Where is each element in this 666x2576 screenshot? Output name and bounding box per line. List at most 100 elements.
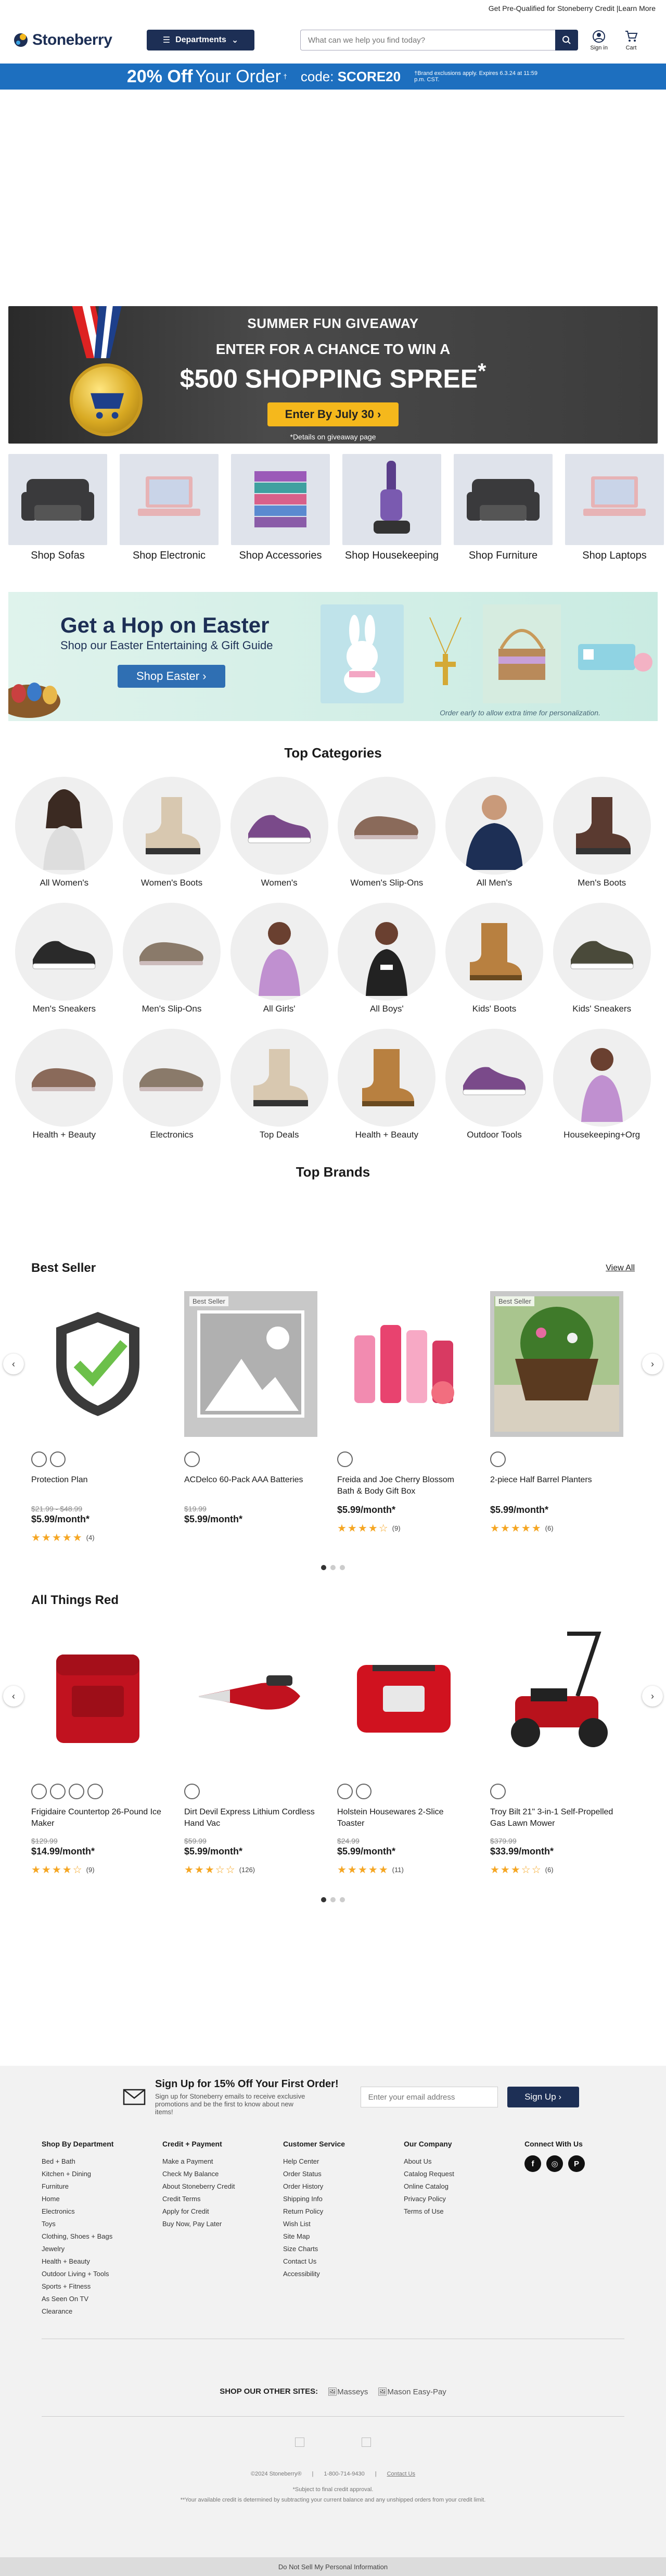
footer-link[interactable]: Buy Now, Pay Later [162, 2218, 283, 2230]
color-swatch[interactable] [50, 1784, 66, 1799]
footer-link[interactable]: Site Map [283, 2230, 404, 2243]
footer-link[interactable]: Apply for Credit [162, 2205, 283, 2218]
easter-banner[interactable]: Get a Hop on Easter Shop our Easter Ente… [8, 592, 658, 721]
category-item[interactable]: Women's Boots [118, 777, 226, 888]
carousel-dot[interactable] [340, 1897, 345, 1902]
giveaway-banner[interactable]: SUMMER FUN GIVEAWAY ENTER FOR A CHANCE T… [8, 306, 658, 444]
category-item[interactable]: Kids' Sneakers [548, 903, 656, 1014]
category-item[interactable]: Women's Slip-Ons [333, 777, 441, 888]
email-input[interactable] [360, 2087, 498, 2107]
rating-count[interactable]: (9) [86, 1866, 95, 1874]
product-name[interactable]: ACDelco 60-Pack AAA Batteries [184, 1474, 317, 1497]
category-item[interactable]: Men's Slip-Ons [118, 903, 226, 1014]
search-button[interactable] [555, 30, 578, 50]
do-not-sell-link[interactable]: Do Not Sell My Personal Information [0, 2557, 666, 2576]
category-item[interactable]: All Girls' [225, 903, 333, 1014]
carousel-next-button[interactable]: › [642, 1354, 663, 1374]
product-card[interactable]: Freida and Joe Cherry Blossom Bath & Bod… [337, 1291, 470, 1544]
footer-link[interactable]: Outdoor Living + Tools [42, 2268, 162, 2280]
footer-link[interactable]: Contact Us [283, 2255, 404, 2268]
color-swatch[interactable] [184, 1784, 200, 1799]
category-item[interactable]: Housekeeping+Org [548, 1029, 656, 1140]
color-swatch[interactable] [184, 1451, 200, 1467]
category-item[interactable]: Women's [225, 777, 333, 888]
carousel-next-button[interactable]: › [642, 1686, 663, 1707]
footer-link[interactable]: Electronics [42, 2205, 162, 2218]
rating-count[interactable]: (6) [545, 1524, 554, 1532]
category-item[interactable]: Kids' Boots [441, 903, 548, 1014]
pinterest-icon[interactable]: P [568, 2155, 585, 2172]
product-card[interactable]: Holstein Housewares 2-Slice Toaster $24.9… [337, 1623, 470, 1876]
product-name[interactable]: Dirt Devil Express Lithium Cordless Hand… [184, 1807, 317, 1829]
mason-easy-pay-link[interactable]: 🖼Mason Easy-Pay [377, 2387, 446, 2396]
category-item[interactable]: Health + Beauty [333, 1029, 441, 1140]
product-name[interactable]: Troy Bilt 21" 3-in-1 Self-Propelled Gas … [490, 1807, 623, 1829]
color-swatch[interactable] [490, 1451, 506, 1467]
carousel-prev-button[interactable]: ‹ [3, 1686, 24, 1707]
category-item[interactable]: Outdoor Tools [441, 1029, 548, 1140]
rating-count[interactable]: (126) [239, 1866, 255, 1874]
learn-more-link[interactable]: Learn More [618, 4, 656, 12]
footer-link[interactable]: Catalog Request [404, 2168, 524, 2180]
footer-link[interactable]: Home [42, 2193, 162, 2205]
color-swatch[interactable] [337, 1451, 353, 1467]
footer-link[interactable]: Health + Beauty [42, 2255, 162, 2268]
shop-tile[interactable]: Shop Furniture [454, 454, 553, 562]
giveaway-button[interactable]: Enter By July 30 › [267, 402, 399, 426]
footer-link[interactable]: Terms of Use [404, 2205, 524, 2218]
color-swatch[interactable] [50, 1451, 66, 1467]
shop-tile[interactable]: Shop Accessories [231, 454, 330, 562]
footer-link[interactable]: Size Charts [283, 2243, 404, 2255]
footer-link[interactable]: About Stoneberry Credit [162, 2180, 283, 2193]
cart-button[interactable]: Cart [624, 30, 638, 51]
footer-link[interactable]: Order Status [283, 2168, 404, 2180]
instagram-icon[interactable]: ◎ [546, 2155, 563, 2172]
product-card[interactable]: Frigidaire Countertop 26-Pound Ice Maker… [31, 1623, 164, 1876]
product-name[interactable]: 2-piece Half Barrel Planters [490, 1474, 623, 1497]
category-item[interactable]: All Men's [441, 777, 548, 888]
contact-link[interactable]: Contact Us [387, 2471, 415, 2477]
color-swatch[interactable] [31, 1451, 47, 1467]
footer-link[interactable]: Bed + Bath [42, 2155, 162, 2168]
carousel-dot[interactable] [330, 1897, 336, 1902]
promo-banner[interactable]: 20% Off Your Order † code: SCORE20 †Bran… [0, 64, 666, 90]
footer-link[interactable]: Toys [42, 2218, 162, 2230]
product-card[interactable]: Dirt Devil Express Lithium Cordless Hand… [184, 1623, 317, 1876]
shop-easter-button[interactable]: Shop Easter › [118, 665, 225, 688]
shop-tile[interactable]: Shop Laptops [565, 454, 664, 562]
footer-link[interactable]: Make a Payment [162, 2155, 283, 2168]
color-swatch[interactable] [337, 1784, 353, 1799]
shop-tile[interactable]: Shop Sofas [8, 454, 107, 562]
search-input[interactable] [300, 30, 555, 50]
rating-count[interactable]: (4) [86, 1534, 95, 1542]
facebook-icon[interactable]: f [524, 2155, 541, 2172]
product-card[interactable]: Best Seller 2-piece Half Barrel Planters $… [490, 1291, 623, 1544]
footer-link[interactable]: Order History [283, 2180, 404, 2193]
signup-button[interactable]: Sign Up › [507, 2087, 579, 2107]
footer-link[interactable]: Clearance [42, 2305, 162, 2318]
shop-tile[interactable]: Shop Electronic [120, 454, 219, 562]
phone-link[interactable]: 1-800-714-9430 [324, 2471, 364, 2477]
footer-link[interactable]: Help Center [283, 2155, 404, 2168]
departments-button[interactable]: ☰ Departments ⌄ [147, 30, 254, 50]
footer-link[interactable]: Kitchen + Dining [42, 2168, 162, 2180]
rating-count[interactable]: (9) [392, 1524, 401, 1532]
footer-link[interactable]: Jewelry [42, 2243, 162, 2255]
color-swatch[interactable] [69, 1784, 84, 1799]
category-item[interactable]: Health + Beauty [10, 1029, 118, 1140]
rating-count[interactable]: (11) [392, 1866, 404, 1874]
product-name[interactable]: Freida and Joe Cherry Blossom Bath & Bod… [337, 1474, 470, 1497]
prequalify-text[interactable]: Get Pre-Qualified for Stoneberry Credit [489, 4, 614, 12]
category-item[interactable]: All Women's [10, 777, 118, 888]
footer-link[interactable]: As Seen On TV [42, 2293, 162, 2305]
category-item[interactable]: Electronics [118, 1029, 226, 1140]
shop-tile[interactable]: Shop Housekeeping [342, 454, 441, 562]
footer-link[interactable]: Accessibility [283, 2268, 404, 2280]
footer-link[interactable]: Online Catalog [404, 2180, 524, 2193]
carousel-dot[interactable] [321, 1565, 326, 1570]
footer-link[interactable]: Return Policy [283, 2205, 404, 2218]
carousel-dot[interactable] [321, 1897, 326, 1902]
color-swatch[interactable] [31, 1784, 47, 1799]
signin-button[interactable]: Sign in [590, 30, 608, 51]
category-item[interactable]: Top Deals [225, 1029, 333, 1140]
